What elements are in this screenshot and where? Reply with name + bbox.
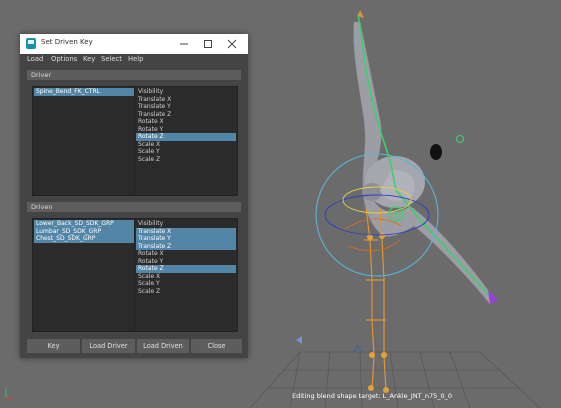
driver-attribute-item[interactable]: Rotate Y [136,126,236,134]
close-button[interactable]: Close [191,339,242,353]
driven-attribute-item[interactable]: Scale X [136,273,236,281]
driven-attribute-item[interactable]: Rotate X [136,250,236,258]
close-window-button[interactable] [220,34,244,54]
title-bar[interactable]: Set Driven Key [20,34,248,54]
character-mesh [353,21,497,305]
load-driver-button[interactable]: Load Driver [82,339,135,353]
driver-attribute-item[interactable]: Translate X [136,96,236,104]
driver-object-item[interactable]: Spine_Bend_FK_CTRL [34,88,134,96]
driver-attribute-item[interactable]: Translate Y [136,103,236,111]
menu-options[interactable]: Options [51,55,77,63]
driver-attribute-item[interactable]: Visibility [136,88,236,96]
menu-bar: Load Options Key Select Help [20,54,248,66]
driver-attribute-list[interactable]: Visibility Translate X Translate Y Translat… [134,86,238,196]
driver-attribute-item[interactable]: Scale X [136,141,236,149]
driver-object-list[interactable]: Spine_Bend_FK_CTRL [32,86,136,196]
driver-header-label: Driver [31,71,52,79]
driven-attribute-item[interactable]: Scale Y [136,280,236,288]
driven-section-header[interactable]: Driven [27,202,241,212]
menu-help[interactable]: Help [128,55,144,63]
menu-key[interactable]: Key [83,55,95,63]
driven-attribute-item[interactable]: Scale Z [136,288,236,296]
window-title: Set Driven Key [41,38,93,46]
maya-app-icon [26,38,36,49]
driven-attribute-list[interactable]: Visibility Translate X Translate Y Translat… [134,218,238,332]
driven-header-label: Driven [31,203,53,211]
driven-object-item[interactable]: Lower_Back_SD_SDK_GRP [34,220,134,228]
driver-attribute-item[interactable]: Rotate X [136,118,236,126]
driven-object-list[interactable]: Lower_Back_SD_SDK_GRP Lumbar_SD_SDK_GRP Ch… [32,218,136,332]
driven-object-item[interactable]: Chest_SD_SDK_GRP [34,235,134,243]
viewport-status-text: Editing blend shape target: L_Ankle_JNT_… [292,392,453,400]
driver-attribute-item[interactable]: Translate Z [136,111,236,119]
driven-attribute-item[interactable]: Translate Y [136,235,236,243]
menu-select[interactable]: Select [101,55,122,63]
driver-attribute-item[interactable]: Scale Z [136,156,236,164]
axis-indicator [5,388,14,399]
minimize-icon [180,43,188,45]
load-driven-button[interactable]: Load Driven [137,339,189,353]
pivot-icon [353,345,363,353]
driven-object-item[interactable]: Lumbar_SD_SDK_GRP [34,227,134,235]
camera-icon [296,336,302,344]
menu-load[interactable]: Load [27,55,43,63]
maximize-button[interactable] [196,34,220,54]
key-button[interactable]: Key [27,339,80,353]
driven-attribute-item[interactable]: Translate Z [136,242,236,250]
driver-attribute-item[interactable]: Rotate Z [136,133,236,141]
driven-attribute-item[interactable]: Rotate Z [136,265,236,273]
arm-control [455,134,465,144]
minimize-button[interactable] [172,34,196,54]
driven-attribute-item[interactable]: Rotate Y [136,258,236,266]
driver-section-header[interactable]: Driver [27,70,241,80]
maximize-icon [204,40,212,48]
close-icon [227,39,237,49]
driven-attribute-item[interactable]: Visibility [136,220,236,228]
driver-attribute-item[interactable]: Scale Y [136,148,236,156]
driven-attribute-item[interactable]: Translate X [136,227,236,235]
set-driven-key-window: Set Driven Key Load Options Key Select H… [20,34,248,358]
